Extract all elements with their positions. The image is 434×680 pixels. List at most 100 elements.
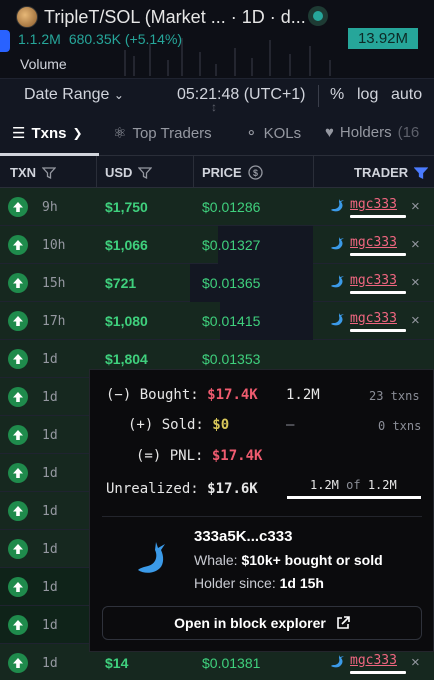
chevron-down-icon: ❯ [72,126,83,140]
buy-arrow-icon [8,349,28,369]
dollar-circle-icon[interactable]: $ [248,165,263,180]
whale-icon [331,655,344,668]
row-usd: $1,080 [105,313,148,329]
price-column-header[interactable]: PRICE $ [202,165,263,180]
trader-link[interactable]: mgc333 [350,311,397,326]
row-age: 1d [42,656,58,671]
column-label: PRICE [202,165,242,180]
trader-link[interactable]: mgc333 [350,273,397,288]
unrealized-value: $17.6K [207,481,258,497]
trophy-icon: ⚛ [113,125,127,142]
trader-address[interactable]: 333a5K...c333 [194,528,292,545]
unrealized-label: Unrealized: [106,481,199,497]
buy-arrow-icon [8,273,28,293]
filter-icon[interactable] [138,166,153,180]
txn-column-header[interactable]: TXN [10,165,56,180]
bought-txns: 23 txns [369,389,420,403]
sold-value: $0 [212,417,230,433]
resize-handle-icon[interactable]: ↕ [211,100,217,114]
buy-arrow-icon [8,653,28,673]
row-age: 1d [42,390,58,405]
trader-column-header[interactable]: TRADER [354,165,429,180]
whale-icon [331,199,344,212]
table-row[interactable]: 17h $1,080 $0.01415 mgc333 × [0,302,434,340]
table-header: TXN USD PRICE $ TRADER [0,156,434,188]
table-row[interactable]: 10h $1,066 $0.01327 mgc333 × [0,226,434,264]
trader-link[interactable]: mgc333 [350,197,397,212]
row-price: $0.01415 [202,313,261,329]
holder-prefix: Holder since: [194,575,276,591]
row-price: $0.01286 [202,199,261,215]
pnl-label: (=) PNL: [136,448,204,464]
token-logo-icon [16,6,38,28]
trader-link[interactable]: mgc333 [350,235,397,250]
sold-line: (+) Sold: $0 [128,417,229,433]
tab-top-traders[interactable]: ⚛ Top Traders [113,124,212,143]
tab-kols[interactable]: ⚬ KOLs [245,124,302,143]
trader-link[interactable]: mgc333 [350,653,397,668]
holding-progress-bar [287,496,421,499]
close-icon[interactable]: × [411,236,420,253]
volume-readout: 1.1.2M 680.35K (+5.14%) [18,31,182,47]
tab-holders[interactable]: ♥ Holders (16 [325,124,419,141]
row-age: 1d [42,352,58,367]
row-age: 1d [42,618,58,633]
buy-arrow-icon [8,463,28,483]
clock-readout[interactable]: 05:21:48 (UTC+1) [177,86,306,104]
date-range-dropdown[interactable]: Date Range ⌄ [24,86,124,104]
close-icon[interactable]: × [411,312,420,329]
filter-active-icon[interactable] [414,166,429,180]
row-age: 1d [42,580,58,595]
row-usd: $1,804 [105,351,148,367]
buy-arrow-icon [8,615,28,635]
table-row[interactable]: 15h $721 $0.01365 mgc333 × [0,264,434,302]
whale-description: Whale: $10k+ bought or sold [194,552,383,568]
price-badge: 13.92M [348,28,418,49]
buy-arrow-icon [8,311,28,331]
sold-amount: – [286,417,295,433]
column-divider [193,156,194,188]
held-amount: 1.2M [310,478,339,492]
close-icon[interactable]: × [411,274,420,291]
filter-icon[interactable] [42,166,56,180]
tab-bar: ☰ Txns ❯ ⚛ Top Traders ⚬ KOLs ♥ Holders … [0,114,434,156]
sold-label: (+) Sold: [128,417,204,433]
close-icon[interactable]: × [411,654,420,671]
close-icon[interactable]: × [411,198,420,215]
date-range-label: Date Range [24,86,110,103]
usd-column-header[interactable]: USD [105,165,153,180]
held-of: of [346,478,361,492]
chevron-down-icon: ⌄ [113,88,124,102]
whale-icon [138,542,165,573]
side-panel-tab[interactable] [0,30,10,52]
row-usd: $1,066 [105,237,148,253]
whale-icon [331,313,344,326]
column-divider [313,156,314,188]
open-block-explorer-button[interactable]: Open in block explorer [102,606,422,640]
auto-scale-toggle[interactable]: auto [391,86,422,104]
column-divider [96,156,97,188]
row-usd: $1,750 [105,199,148,215]
holding-readout: 1.2M of 1.2M [310,478,397,492]
volume-change: 680.35K (+5.14%) [68,31,183,47]
range-bar: Date Range ⌄ 05:21:48 (UTC+1) % log auto [0,78,434,114]
button-label: Open in block explorer [174,615,326,631]
bought-value: $17.4K [207,387,258,403]
row-price: $0.01327 [202,237,261,253]
row-price: $0.01353 [202,351,261,367]
percent-scale-toggle[interactable]: % [330,86,344,104]
row-price: $0.01381 [202,655,261,671]
log-scale-toggle[interactable]: log [357,86,378,104]
tab-label: KOLs [263,124,302,142]
row-age: 17h [42,314,66,329]
row-age: 10h [42,238,66,253]
whale-icon [331,237,344,250]
row-usd: $14 [105,655,129,671]
buy-arrow-icon [8,387,28,407]
tab-txns[interactable]: ☰ Txns ❯ [12,124,83,143]
column-label: USD [105,165,133,180]
buy-arrow-icon [8,197,28,217]
table-row[interactable]: 9h $1,750 $0.01286 mgc333 × [0,188,434,226]
column-label: TRADER [354,165,409,180]
chart-title-row[interactable]: TripleT/SOL (Market ... · 1D · d... [16,6,306,28]
